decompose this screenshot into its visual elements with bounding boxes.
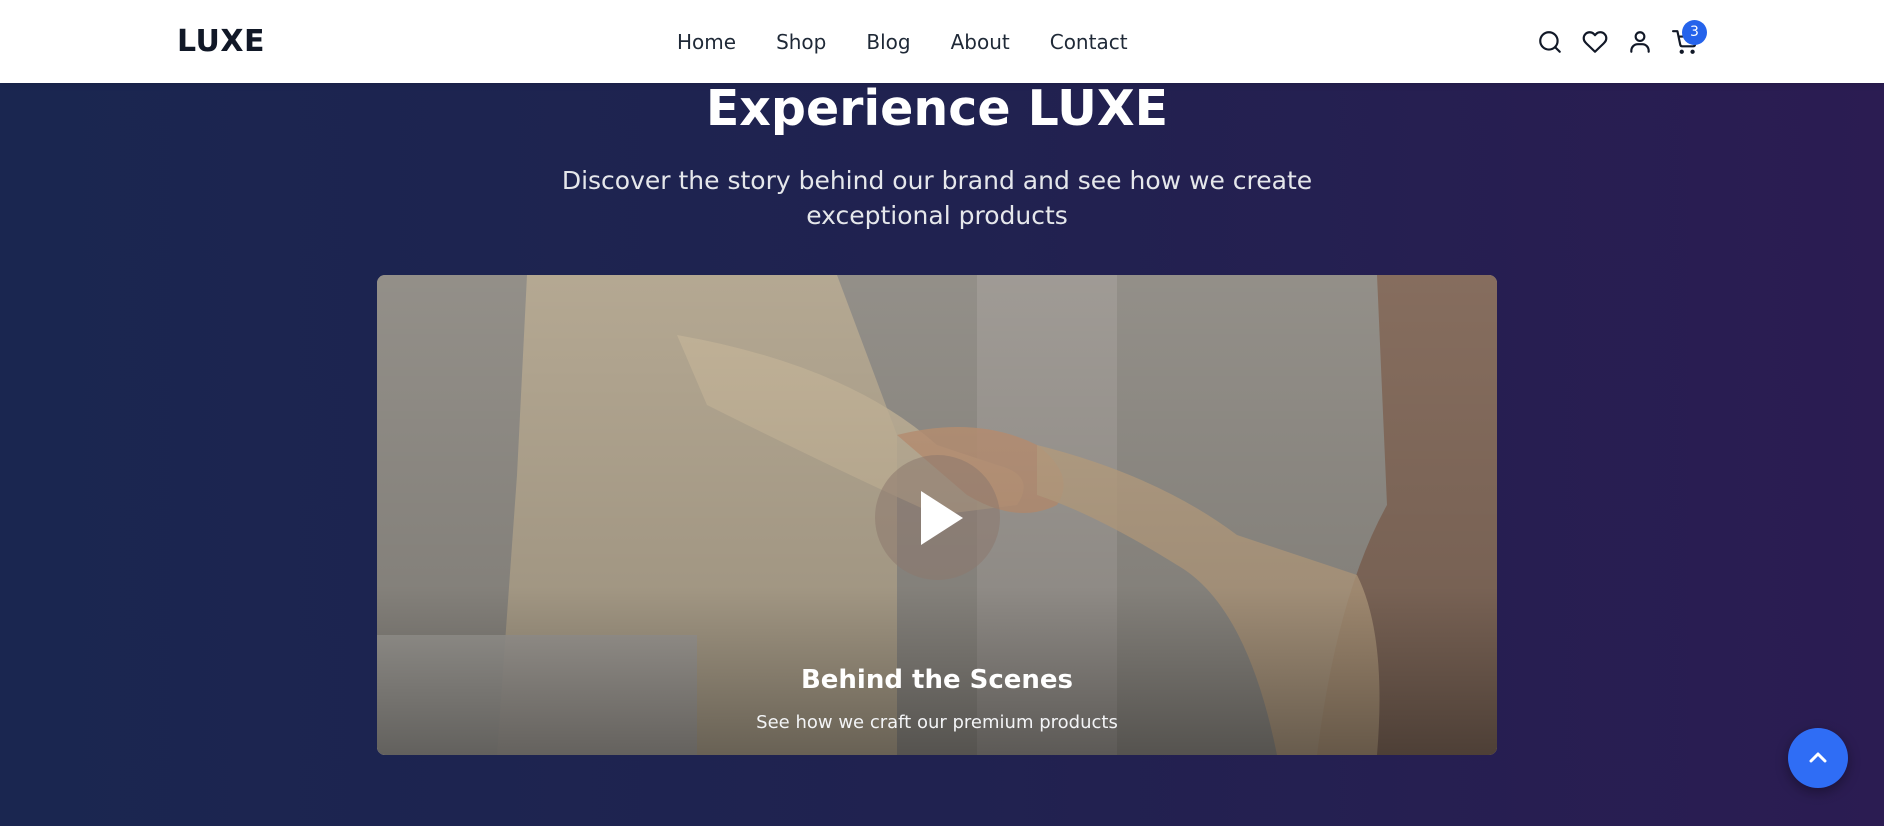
brand-logo[interactable]: LUXE <box>177 24 265 59</box>
heart-icon[interactable] <box>1582 29 1608 55</box>
nav-link-home[interactable]: Home <box>677 30 736 54</box>
hero-title: Experience LUXE <box>705 80 1169 137</box>
site-header: LUXE Home Shop Blog About Contact 3 <box>0 0 1884 83</box>
chevron-up-icon <box>1809 752 1827 763</box>
search-icon[interactable] <box>1537 29 1563 55</box>
main-nav: Home Shop Blog About Contact <box>677 30 1168 54</box>
nav-link-blog[interactable]: Blog <box>866 30 910 54</box>
nav-link-shop[interactable]: Shop <box>776 30 826 54</box>
play-icon <box>920 490 963 545</box>
cart-count-badge: 3 <box>1682 20 1707 45</box>
video-card[interactable]: Behind the Scenes See how we craft our p… <box>377 275 1497 755</box>
nav-link-about[interactable]: About <box>951 30 1010 54</box>
video-title: Behind the Scenes <box>800 665 1074 695</box>
play-button[interactable] <box>875 455 1000 580</box>
video-subtitle: See how we craft our premium products <box>756 712 1118 733</box>
scroll-to-top-button[interactable] <box>1788 728 1848 788</box>
nav-link-contact[interactable]: Contact <box>1050 30 1128 54</box>
hero-subtitle: Discover the story behind our brand and … <box>561 166 1313 230</box>
user-icon[interactable] <box>1627 29 1653 55</box>
